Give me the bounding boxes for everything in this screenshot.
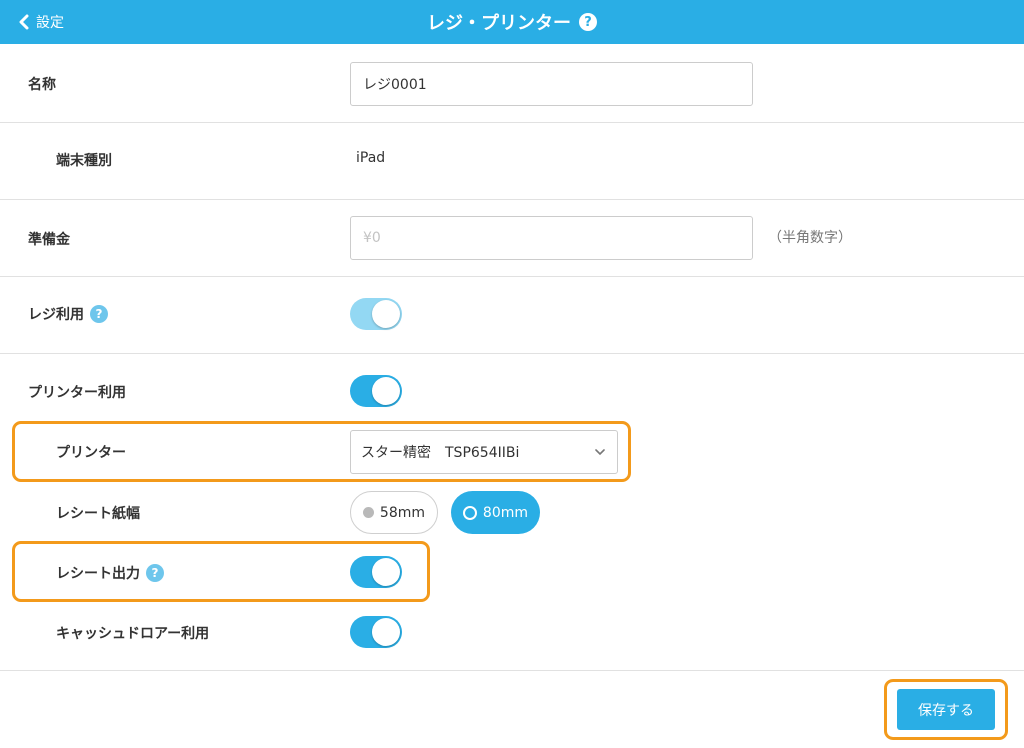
nav-header: 設定 レジ・プリンター ? <box>0 0 1024 44</box>
divider <box>0 122 1024 123</box>
chevron-down-icon <box>595 449 605 456</box>
receipt-width-58mm-option[interactable]: 58mm <box>350 491 438 534</box>
device-type-label: 端末種別 <box>56 153 112 169</box>
divider <box>0 199 1024 200</box>
device-type-value: iPad <box>356 150 386 166</box>
chevron-left-icon <box>19 14 29 30</box>
cash-label: 準備金 <box>28 232 70 248</box>
page-title: レジ・プリンター <box>427 13 571 34</box>
name-input[interactable] <box>350 62 753 106</box>
divider <box>0 670 1024 671</box>
radio-off-icon <box>363 507 374 518</box>
name-label: 名称 <box>28 77 56 93</box>
back-label: 設定 <box>36 15 64 31</box>
receipt-width-label: レシート紙幅 <box>56 506 140 522</box>
register-use-label: レジ利用 ? <box>28 304 108 324</box>
help-icon[interactable]: ? <box>90 305 108 323</box>
cash-drawer-toggle[interactable] <box>350 616 402 648</box>
printer-selected-value: スター精密 TSP654IIBi <box>361 445 520 461</box>
divider <box>0 276 1024 277</box>
save-button[interactable]: 保存する <box>897 689 995 730</box>
radio-on-icon <box>463 505 477 520</box>
printer-select[interactable]: スター精密 TSP654IIBi <box>350 430 618 474</box>
printer-use-label: プリンター利用 <box>28 385 126 401</box>
divider <box>0 353 1024 354</box>
printer-label: プリンター <box>56 445 126 461</box>
printer-use-toggle[interactable] <box>350 375 402 407</box>
help-icon[interactable]: ? <box>146 564 164 582</box>
cash-input[interactable] <box>350 216 753 260</box>
cash-hint: （半角数字） <box>768 230 852 246</box>
help-icon[interactable]: ? <box>579 13 597 31</box>
register-use-toggle[interactable] <box>350 298 402 330</box>
receipt-output-label: レシート出力 ? <box>56 563 164 583</box>
receipt-width-80mm-option[interactable]: 80mm <box>451 491 540 534</box>
cash-drawer-label: キャッシュドロアー利用 <box>56 626 210 642</box>
receipt-output-toggle[interactable] <box>350 556 402 588</box>
back-button[interactable]: 設定 <box>18 0 64 44</box>
